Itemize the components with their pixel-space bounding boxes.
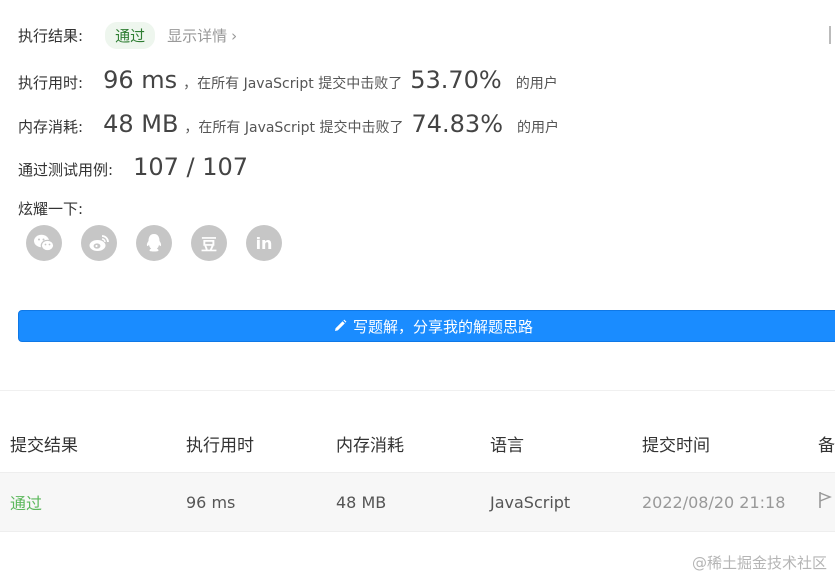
write-solution-button[interactable]: 写题解，分享我的解题思路 xyxy=(18,310,835,342)
show-details-label: 显示详情 xyxy=(167,27,228,45)
row-submit-time: 2022/08/20 21:18 xyxy=(642,492,786,512)
memory-text-after: 的用户 xyxy=(517,120,559,136)
runtime-value: 96 ms xyxy=(103,66,178,94)
submission-result-page: 执行结果: 通过 显示详情 › 执行用时: 96 ms ，在所有 JavaScri… xyxy=(0,0,835,581)
qq-icon[interactable] xyxy=(136,225,172,261)
header-result[interactable]: 提交结果 xyxy=(10,431,78,456)
douban-icon[interactable]: 豆 xyxy=(191,225,227,261)
row-runtime: 96 ms xyxy=(186,492,236,512)
chevron-right-icon: › xyxy=(231,27,238,45)
row-result-link[interactable]: 通过 xyxy=(10,490,42,514)
memory-text-before: ，在所有 JavaScript 提交中击败了 xyxy=(184,120,404,136)
runtime-row: 执行用时: 96 ms ，在所有 JavaScript 提交中击败了 53.70… xyxy=(18,66,558,94)
tests-value: 107 / 107 xyxy=(133,153,249,181)
tests-row: 通过测试用例: 107 / 107 xyxy=(18,153,248,181)
result-row: 执行结果: 通过 显示详情 › xyxy=(18,22,237,49)
watermark: @稀土掘金技术社区 xyxy=(691,554,827,572)
wechat-icon[interactable] xyxy=(26,225,62,261)
header-memory[interactable]: 内存消耗 xyxy=(336,431,404,456)
linkedin-glyph: in xyxy=(255,233,273,253)
memory-label: 内存消耗: xyxy=(18,118,84,136)
memory-row: 内存消耗: 48 MB ，在所有 JavaScript 提交中击败了 74.83… xyxy=(18,110,559,138)
linkedin-icon[interactable]: in xyxy=(246,225,282,261)
memory-percent: 74.83% xyxy=(411,110,503,138)
header-runtime[interactable]: 执行用时 xyxy=(186,431,254,456)
runtime-text-after: 的用户 xyxy=(515,76,558,92)
runtime-percent: 53.70% xyxy=(410,66,502,94)
table-row[interactable]: 通过 96 ms 48 MB JavaScript 2022/08/20 21:… xyxy=(0,472,835,532)
header-language[interactable]: 语言 xyxy=(490,431,524,456)
status-badge: 通过 xyxy=(105,22,156,49)
runtime-text-before: ，在所有 JavaScript 提交中击败了 xyxy=(183,76,403,92)
douban-glyph: 豆 xyxy=(200,235,217,254)
pencil-icon xyxy=(333,319,347,333)
share-row: 炫耀一下: xyxy=(18,198,83,219)
flag-icon[interactable] xyxy=(829,26,835,44)
row-language: JavaScript xyxy=(490,492,571,512)
row-flag-icon[interactable] xyxy=(818,491,832,513)
submissions-table-header: 提交结果 执行用时 内存消耗 语言 提交时间 备 xyxy=(0,420,835,466)
write-solution-label: 写题解，分享我的解题思路 xyxy=(352,317,533,336)
result-label: 执行结果: xyxy=(18,27,84,45)
row-memory: 48 MB xyxy=(336,492,387,512)
header-notes: 备 xyxy=(818,435,835,456)
runtime-label: 执行用时: xyxy=(18,74,84,92)
share-label: 炫耀一下: xyxy=(18,200,84,218)
tests-label: 通过测试用例: xyxy=(18,161,114,179)
show-details-link[interactable]: 显示详情 › xyxy=(167,25,237,46)
header-submit-time[interactable]: 提交时间 xyxy=(642,431,710,456)
share-icons: 豆 in xyxy=(26,225,282,261)
memory-value: 48 MB xyxy=(103,110,179,138)
section-divider xyxy=(0,390,835,391)
weibo-icon[interactable] xyxy=(81,225,117,261)
